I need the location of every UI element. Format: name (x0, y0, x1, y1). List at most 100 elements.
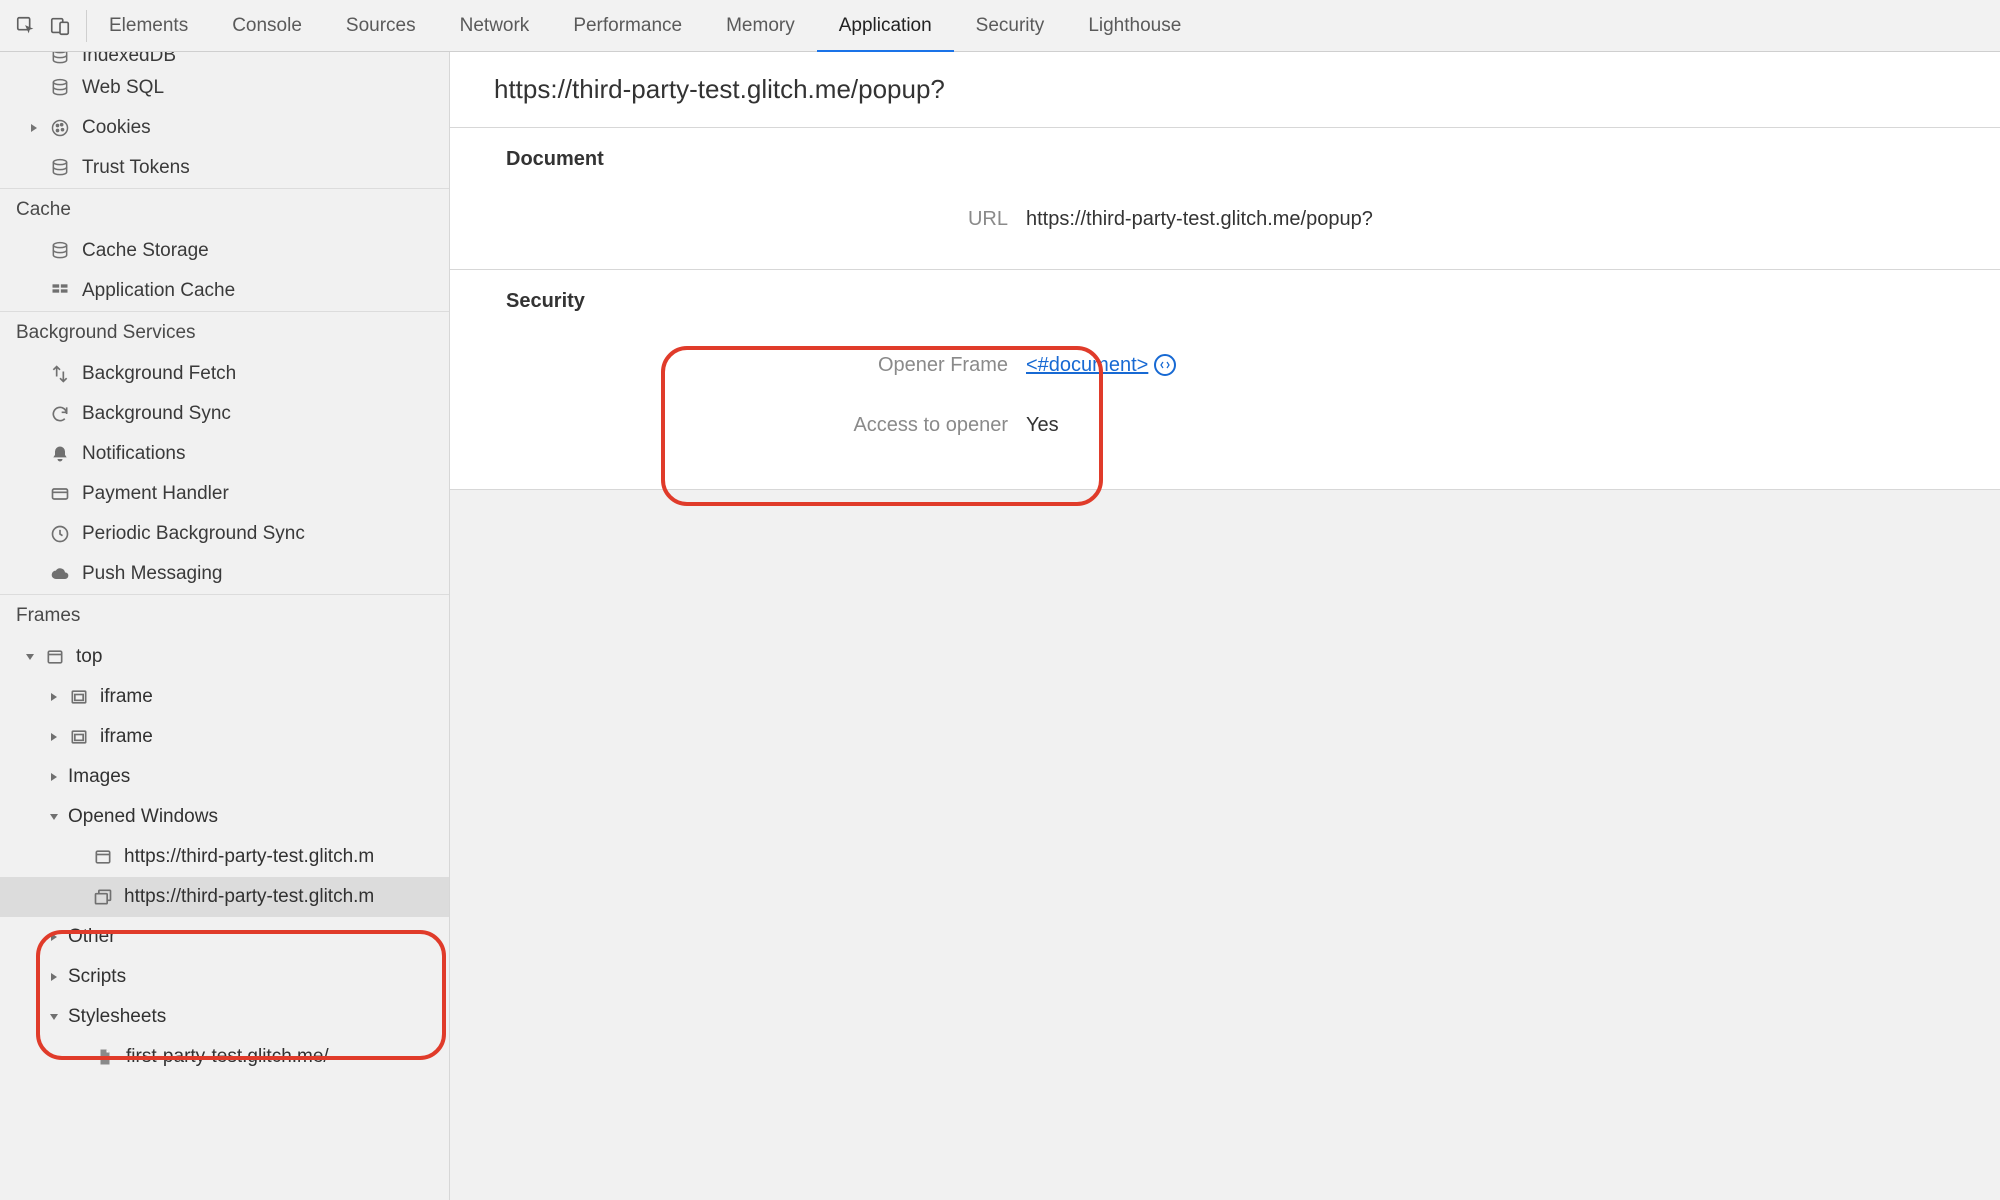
kv-value: Yes (1026, 414, 1059, 437)
tree-item-images[interactable]: Images (0, 757, 449, 797)
cloud-icon (48, 562, 72, 586)
kv-label: URL (506, 208, 1026, 231)
kv-label: Access to opener (506, 414, 1026, 437)
sidebar-item-label: Cookies (82, 117, 151, 139)
tab-performance[interactable]: Performance (551, 0, 704, 52)
device-toggle-icon[interactable] (48, 14, 72, 38)
sidebar-item-background-fetch[interactable]: Background Fetch (0, 354, 449, 394)
clock-icon (48, 522, 72, 546)
tree-item-label: Other (68, 926, 116, 948)
opener-frame-link[interactable]: <#document> (1026, 354, 1148, 377)
sidebar-item-background-sync[interactable]: Background Sync (0, 394, 449, 434)
file-icon (94, 1046, 116, 1068)
inspect-icon[interactable] (14, 14, 38, 38)
chevron-right-icon (46, 929, 62, 945)
sidebar-item-label: Background Sync (82, 403, 231, 425)
sidebar-item-cookies[interactable]: Cookies (0, 108, 449, 148)
tab-sources[interactable]: Sources (324, 0, 438, 52)
sidebar-heading-cache: Cache (0, 188, 449, 231)
tree-item-label: iframe (100, 726, 153, 748)
chevron-down-icon (46, 1009, 62, 1025)
tab-memory[interactable]: Memory (704, 0, 817, 52)
credit-card-icon (48, 482, 72, 506)
cookie-icon (48, 116, 72, 140)
sidebar-item-label: Push Messaging (82, 563, 222, 585)
page-url-header: https://third-party-test.glitch.me/popup… (450, 52, 2000, 128)
frame-icon (44, 646, 66, 668)
sidebar-item-label: Payment Handler (82, 483, 229, 505)
tree-item-label: Stylesheets (68, 1006, 166, 1028)
sidebar-item-periodic-sync[interactable]: Periodic Background Sync (0, 514, 449, 554)
tree-item-label: Opened Windows (68, 806, 218, 828)
application-sidebar: IndexedDB Web SQL Cookies Trust Tokens C… (0, 52, 450, 1200)
iframe-icon (68, 686, 90, 708)
kv-value: https://third-party-test.glitch.me/popup… (1026, 208, 1373, 231)
tree-item-iframe[interactable]: iframe (0, 677, 449, 717)
sidebar-item-indexeddb[interactable]: IndexedDB (0, 52, 449, 68)
toolbar-left-icons (8, 10, 87, 42)
access-to-opener-row: Access to opener Yes (506, 395, 1970, 455)
tree-item-label: first-party-test.glitch.me/ (126, 1046, 329, 1068)
tree-item-iframe[interactable]: iframe (0, 717, 449, 757)
sidebar-item-label: Cache Storage (82, 240, 209, 262)
kv-value: <#document> (1026, 354, 1176, 377)
window-icon (92, 846, 114, 868)
tree-item-label: top (76, 646, 102, 668)
tab-network[interactable]: Network (438, 0, 552, 52)
tab-security[interactable]: Security (954, 0, 1067, 52)
sidebar-item-label: Background Fetch (82, 363, 236, 385)
sidebar-item-label: Notifications (82, 443, 186, 465)
chevron-right-icon (46, 729, 62, 745)
sidebar-item-application-cache[interactable]: Application Cache (0, 271, 449, 311)
tree-item-stylesheet-file[interactable]: first-party-test.glitch.me/ (0, 1037, 449, 1077)
sidebar-heading-background-services: Background Services (0, 311, 449, 354)
chevron-right-icon (46, 689, 62, 705)
sidebar-item-label: Periodic Background Sync (82, 523, 305, 545)
sidebar-heading-frames: Frames (0, 594, 449, 637)
reveal-icon[interactable] (1154, 354, 1176, 376)
sidebar-item-payment-handler[interactable]: Payment Handler (0, 474, 449, 514)
sidebar-item-notifications[interactable]: Notifications (0, 434, 449, 474)
tab-application[interactable]: Application (817, 0, 954, 52)
spacer (72, 1049, 88, 1065)
chevron-right-icon (26, 123, 42, 133)
tree-item-window-selected[interactable]: https://third-party-test.glitch.m (0, 877, 449, 917)
section-title: Document (506, 148, 1970, 171)
sidebar-item-websql[interactable]: Web SQL (0, 68, 449, 108)
opener-frame-row: Opener Frame <#document> (506, 335, 1970, 395)
tree-item-scripts[interactable]: Scripts (0, 957, 449, 997)
chevron-right-icon (46, 769, 62, 785)
database-icon (48, 52, 72, 68)
database-icon (48, 76, 72, 100)
sidebar-item-cache-storage[interactable]: Cache Storage (0, 231, 449, 271)
frame-details-panel: https://third-party-test.glitch.me/popup… (450, 52, 2000, 1200)
kv-label: Opener Frame (506, 354, 1026, 377)
tree-item-opened-windows[interactable]: Opened Windows (0, 797, 449, 837)
grid-icon (48, 279, 72, 303)
tab-lighthouse[interactable]: Lighthouse (1066, 0, 1203, 52)
tab-console[interactable]: Console (210, 0, 324, 52)
tab-elements[interactable]: Elements (87, 0, 210, 52)
sidebar-item-trust-tokens[interactable]: Trust Tokens (0, 148, 449, 188)
iframe-icon (68, 726, 90, 748)
sidebar-item-label: Application Cache (82, 280, 235, 302)
chevron-down-icon (22, 649, 38, 665)
database-icon (48, 156, 72, 180)
tree-item-label: iframe (100, 686, 153, 708)
security-section: Security Opener Frame <#document> Access… (450, 270, 2000, 490)
tree-item-window[interactable]: https://third-party-test.glitch.m (0, 837, 449, 877)
tree-item-label: Scripts (68, 966, 126, 988)
bell-icon (48, 442, 72, 466)
transfer-icon (48, 362, 72, 386)
tree-item-top[interactable]: top (0, 637, 449, 677)
tree-item-label: https://third-party-test.glitch.m (124, 846, 374, 868)
document-url-row: URL https://third-party-test.glitch.me/p… (506, 193, 1970, 245)
tree-item-other[interactable]: Other (0, 917, 449, 957)
tree-item-stylesheets[interactable]: Stylesheets (0, 997, 449, 1037)
sidebar-item-push-messaging[interactable]: Push Messaging (0, 554, 449, 594)
sync-icon (48, 402, 72, 426)
sidebar-item-label: Web SQL (82, 77, 164, 99)
chevron-right-icon (46, 969, 62, 985)
tree-item-label: Images (68, 766, 130, 788)
chevron-down-icon (46, 809, 62, 825)
